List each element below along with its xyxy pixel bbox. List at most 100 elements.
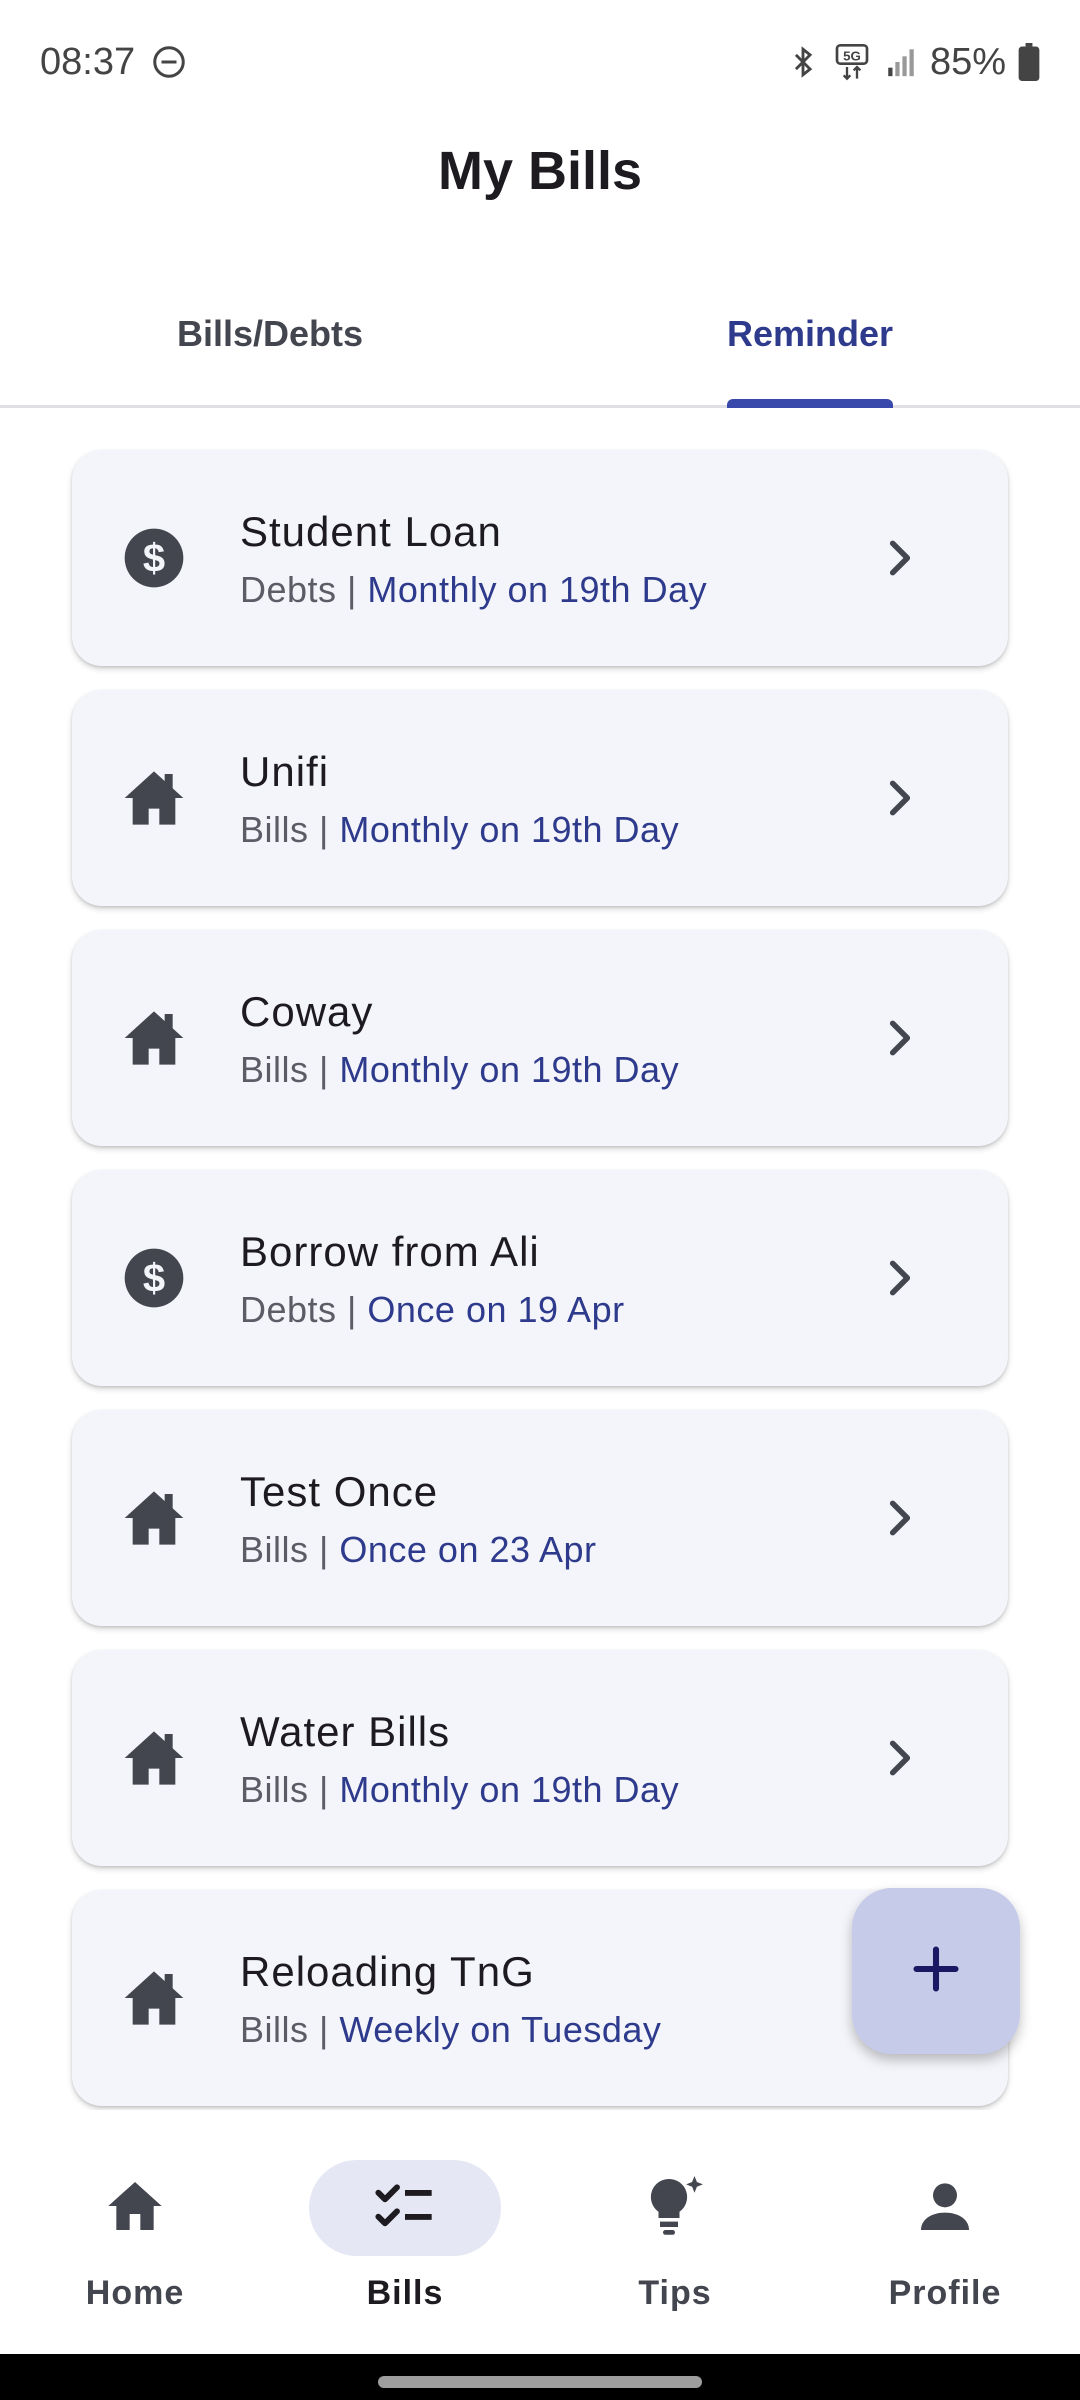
reminder-schedule: Monthly on 19th Day — [339, 1049, 680, 1090]
reminder-text: Borrow from Ali Debts | Once on 19 Apr — [240, 1226, 625, 1336]
reminder-separator: | — [308, 1049, 340, 1090]
reminder-schedule: Monthly on 19th Day — [339, 809, 680, 850]
battery-icon — [1018, 43, 1040, 81]
status-left: 08:37 — [40, 41, 187, 84]
reminder-card[interactable]: Unifi Bills | Monthly on 19th Day — [72, 690, 1008, 906]
chevron-right-icon — [878, 1736, 922, 1780]
chevron-right-icon — [878, 536, 922, 580]
reminder-separator: | — [336, 1289, 368, 1330]
reminder-title: Water Bills — [240, 1708, 451, 1755]
svg-text:5G: 5G — [843, 48, 861, 63]
reminder-separator: | — [308, 2009, 340, 2050]
reminder-schedule: Monthly on 19th Day — [339, 1769, 680, 1810]
reminder-title: Student Loan — [240, 508, 502, 555]
person-icon — [913, 2174, 977, 2243]
house-icon — [122, 766, 186, 830]
nav-home[interactable]: Home — [0, 2110, 270, 2354]
home-icon — [103, 2174, 167, 2243]
reminder-type: Debts — [240, 569, 337, 610]
add-reminder-button[interactable] — [852, 1888, 1020, 2054]
reminder-type: Bills — [240, 2009, 309, 2050]
reminder-text: Test Once Bills | Once on 23 Apr — [240, 1466, 597, 1576]
reminder-text: Coway Bills | Monthly on 19th Day — [240, 986, 679, 1096]
reminder-title: Reloading TnG — [240, 1948, 535, 1995]
reminder-subtitle: Debts | Monthly on 19th Day — [240, 564, 707, 616]
chevron-right-icon — [878, 1016, 922, 1060]
reminder-schedule: Once on 19 Apr — [367, 1289, 625, 1330]
house-icon — [122, 1486, 186, 1550]
system-nav-bar — [0, 2354, 1080, 2400]
nav-label: Profile — [888, 2274, 1002, 2312]
reminder-subtitle: Bills | Weekly on Tuesday — [240, 2004, 661, 2056]
signal-icon — [884, 44, 918, 80]
reminder-type: Bills — [240, 1049, 309, 1090]
reminder-schedule: Weekly on Tuesday — [339, 2009, 662, 2050]
home-gesture-handle[interactable] — [378, 2376, 702, 2388]
reminder-text: Water Bills Bills | Monthly on 19th Day — [240, 1706, 679, 1816]
chevron-right-icon — [878, 1256, 922, 1300]
house-icon — [122, 1966, 186, 2030]
reminder-title: Coway — [240, 988, 374, 1035]
tab-label: Reminder — [726, 312, 894, 354]
nav-pill — [579, 2160, 771, 2256]
reminder-subtitle: Debts | Once on 19 Apr — [240, 1284, 625, 1336]
nav-pill — [39, 2160, 231, 2256]
reminder-title: Test Once — [240, 1468, 439, 1515]
bottom-nav: Home Bills Tips Profile — [0, 2110, 1080, 2354]
status-bar: 08:37 5G 85% — [0, 0, 1080, 124]
reminder-separator: | — [308, 1769, 340, 1810]
reminder-title: Borrow from Ali — [240, 1228, 540, 1275]
page-title: My Bills — [437, 141, 643, 201]
bluetooth-icon — [786, 43, 820, 81]
tab-bar: Bills/Debts Reminder — [0, 270, 1080, 408]
reminder-list: $ Student Loan Debts | Monthly on 19th D… — [72, 450, 1008, 2130]
status-right: 5G 85% — [786, 41, 1040, 84]
screen: 08:37 5G 85% My Bills Bills/Debts Remind… — [0, 0, 1080, 2400]
reminder-text: Student Loan Debts | Monthly on 19th Day — [240, 506, 707, 616]
plus-icon — [910, 1943, 962, 2000]
reminder-card[interactable]: $ Borrow from Ali Debts | Once on 19 Apr — [72, 1170, 1008, 1386]
battery-text: 85% — [929, 40, 1006, 83]
reminder-subtitle: Bills | Monthly on 19th Day — [240, 804, 679, 856]
tab-bills-debts[interactable]: Bills/Debts — [0, 270, 540, 405]
reminder-subtitle: Bills | Monthly on 19th Day — [240, 1764, 679, 1816]
nav-pill — [309, 2160, 501, 2256]
nav-label: Home — [85, 2274, 185, 2312]
svg-text:$: $ — [143, 536, 165, 580]
chevron-right-icon — [878, 1496, 922, 1540]
reminder-card[interactable]: $ Student Loan Debts | Monthly on 19th D… — [72, 450, 1008, 666]
nav-label: Tips — [638, 2274, 712, 2312]
reminder-schedule: Monthly on 19th Day — [367, 569, 708, 610]
tab-label: Bills/Debts — [176, 312, 364, 354]
dollar-icon: $ — [122, 526, 186, 590]
chevron-right-icon — [878, 776, 922, 820]
reminder-text: Reloading TnG Bills | Weekly on Tuesday — [240, 1946, 661, 2056]
checklist-icon — [373, 2174, 437, 2243]
5g-icon: 5G — [832, 42, 872, 82]
nav-tips[interactable]: Tips — [540, 2110, 810, 2354]
tab-indicator — [727, 399, 893, 408]
nav-profile[interactable]: Profile — [810, 2110, 1080, 2354]
reminder-card[interactable]: Water Bills Bills | Monthly on 19th Day — [72, 1650, 1008, 1866]
house-icon — [122, 1726, 186, 1790]
lightbulb-icon — [639, 2170, 711, 2247]
nav-pill — [849, 2160, 1041, 2256]
svg-text:$: $ — [143, 1256, 165, 1300]
reminder-type: Bills — [240, 1529, 309, 1570]
tab-reminder[interactable]: Reminder — [540, 270, 1080, 408]
reminder-subtitle: Bills | Monthly on 19th Day — [240, 1044, 679, 1096]
reminder-separator: | — [308, 809, 340, 850]
nav-label: Bills — [366, 2274, 444, 2312]
reminder-title: Unifi — [240, 748, 330, 795]
status-time: 08:37 — [40, 40, 136, 83]
reminder-separator: | — [336, 569, 368, 610]
reminder-type: Bills — [240, 809, 309, 850]
reminder-card[interactable]: Test Once Bills | Once on 23 Apr — [72, 1410, 1008, 1626]
reminder-card[interactable]: Coway Bills | Monthly on 19th Day — [72, 930, 1008, 1146]
dollar-icon: $ — [122, 1246, 186, 1310]
do-not-disturb-icon — [151, 44, 187, 80]
reminder-schedule: Once on 23 Apr — [339, 1529, 597, 1570]
reminder-subtitle: Bills | Once on 23 Apr — [240, 1524, 597, 1576]
reminder-separator: | — [308, 1529, 340, 1570]
nav-bills[interactable]: Bills — [270, 2110, 540, 2354]
